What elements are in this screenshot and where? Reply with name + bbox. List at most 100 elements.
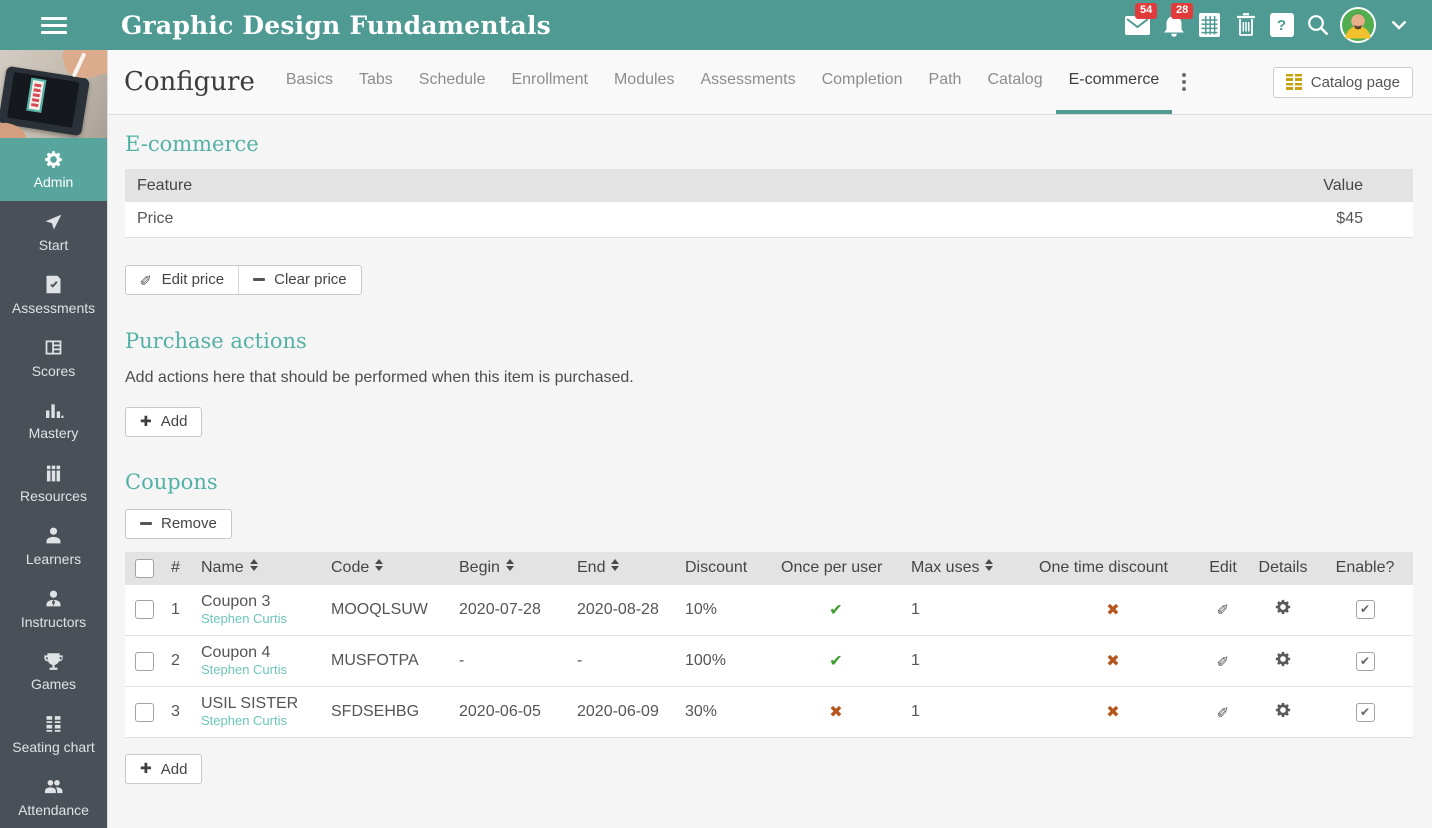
col-code[interactable]: Code <box>321 551 449 585</box>
tab-completion[interactable]: Completion <box>809 50 916 114</box>
sidebar-item-attendance[interactable]: Attendance <box>0 765 107 828</box>
send-icon <box>43 211 65 233</box>
tab-e-commerce[interactable]: E-commerce <box>1055 50 1173 114</box>
coupon-enable-checkbox[interactable] <box>1355 702 1375 722</box>
col-max-uses[interactable]: Max uses <box>901 551 1029 585</box>
details-gear-icon[interactable] <box>1274 701 1292 724</box>
coupon-one-time-discount: ✖ <box>1029 635 1197 687</box>
coupon-begin: 2020-06-05 <box>449 686 567 738</box>
cross-icon: ✖ <box>1106 599 1120 619</box>
search-icon[interactable] <box>1304 10 1331 40</box>
coupon-one-time-discount: ✖ <box>1029 686 1197 738</box>
coupon-owner-link[interactable]: Stephen Curtis <box>201 713 321 729</box>
coupon-owner-link[interactable]: Stephen Curtis <box>201 611 321 627</box>
sidebar-item-learners[interactable]: Learners <box>0 514 107 577</box>
course-cover-image[interactable] <box>0 50 107 138</box>
feature-row: Price $45 <box>125 202 1413 238</box>
coupon-number: 3 <box>161 686 191 738</box>
edit-pencil-icon[interactable]: ✎ <box>1214 654 1232 667</box>
sidebar-item-mastery[interactable]: Mastery <box>0 389 107 452</box>
coupon-enable-checkbox[interactable] <box>1355 600 1375 620</box>
coupon-enable-checkbox[interactable] <box>1355 651 1375 671</box>
catalog-page-button[interactable]: Catalog page <box>1272 66 1413 98</box>
sort-icon <box>611 559 620 571</box>
chevron-down-icon[interactable] <box>1385 10 1412 40</box>
add-coupon-button[interactable]: ✚ Add <box>125 754 203 784</box>
sidebar-item-instructors[interactable]: Instructors <box>0 577 107 640</box>
tab-catalog[interactable]: Catalog <box>974 50 1055 114</box>
avatar[interactable] <box>1340 7 1376 43</box>
course-title: Graphic Design Fundamentals <box>121 10 551 40</box>
sort-icon <box>505 559 514 571</box>
messages-icon[interactable]: 54 <box>1124 3 1158 40</box>
value-column-header: Value <box>637 169 1413 202</box>
sidebar-item-scores[interactable]: Scores <box>0 326 107 389</box>
feature-table: Feature Value Price $45 <box>125 169 1413 238</box>
tab-enrollment[interactable]: Enrollment <box>498 50 600 114</box>
sidebar-item-seating-chart[interactable]: Seating chart <box>0 703 107 766</box>
edit-pencil-icon[interactable]: ✎ <box>1214 603 1232 616</box>
topbar: Graphic Design Fundamentals 54 28 ? <box>0 0 1432 50</box>
pencil-icon: ✎ <box>137 273 156 286</box>
check-icon: ✔ <box>829 651 843 670</box>
row-select-checkbox[interactable] <box>135 651 154 671</box>
topbar-icons: 54 28 ? <box>1124 3 1432 43</box>
coupon-number: 2 <box>161 635 191 687</box>
tab-basics[interactable]: Basics <box>273 50 346 114</box>
row-select-checkbox[interactable] <box>135 600 154 620</box>
coupon-owner-link[interactable]: Stephen Curtis <box>201 662 321 678</box>
purchase-actions-heading: Purchase actions <box>125 328 307 353</box>
notifications-badge: 28 <box>1171 3 1194 19</box>
tab-schedule[interactable]: Schedule <box>406 50 499 114</box>
scores-table-icon <box>43 337 65 359</box>
clear-price-label: Clear price <box>274 271 347 288</box>
col-once-per-user: Once per user <box>771 551 901 585</box>
edit-price-button[interactable]: ✎ Edit price <box>126 266 238 294</box>
sidebar: Admin Start Assessments Scores Mastery Resour… <box>0 50 107 828</box>
notifications-icon[interactable]: 28 <box>1160 3 1194 40</box>
coupon-name: Coupon 3 <box>201 592 271 610</box>
coupon-name: USIL SISTER <box>201 695 299 712</box>
sidebar-item-assessments[interactable]: Assessments <box>0 263 107 326</box>
sort-icon <box>375 559 384 571</box>
cross-icon: ✖ <box>829 702 843 721</box>
tab-modules[interactable]: Modules <box>601 50 687 114</box>
col-begin[interactable]: Begin <box>449 551 567 585</box>
more-tabs-kebab-icon[interactable] <box>1172 50 1196 114</box>
details-gear-icon[interactable] <box>1274 650 1292 673</box>
coupon-code: MOOQLSUW <box>321 584 449 636</box>
sidebar-nav: Admin Start Assessments Scores Mastery Resour… <box>0 138 107 828</box>
sidebar-item-games[interactable]: Games <box>0 640 107 703</box>
add-purchase-action-button[interactable]: ✚ Add <box>125 406 203 437</box>
gradebook-grid-icon[interactable] <box>1196 10 1223 40</box>
sort-icon <box>985 559 994 571</box>
coupon-number: 1 <box>161 584 191 636</box>
sidebar-item-admin[interactable]: Admin <box>0 138 107 201</box>
trash-icon[interactable] <box>1232 10 1259 40</box>
sidebar-item-label: Instructors <box>20 613 87 630</box>
clear-price-button[interactable]: Clear price <box>238 265 361 294</box>
coupon-discount: 10% <box>675 584 771 636</box>
sidebar-item-start[interactable]: Start <box>0 201 107 264</box>
tab-tabs[interactable]: Tabs <box>346 50 406 114</box>
coupon-once-per-user: ✔ <box>771 635 901 687</box>
minus-icon <box>140 521 152 526</box>
content: E-commerce Feature Value Price $45 ✎ Edi… <box>108 132 1432 784</box>
select-all-checkbox[interactable] <box>135 558 154 578</box>
hamburger-menu-icon[interactable] <box>0 16 107 34</box>
coupons-heading: Coupons <box>125 469 218 494</box>
details-gear-icon[interactable] <box>1274 598 1292 621</box>
row-select-checkbox[interactable] <box>135 702 154 722</box>
help-icon[interactable]: ? <box>1268 10 1295 40</box>
tab-bar: Basics Tabs Schedule Enrollment Modules Asses… <box>273 50 1173 114</box>
sidebar-item-resources[interactable]: Resources <box>0 452 107 515</box>
col-name[interactable]: Name <box>191 551 321 585</box>
sidebar-item-label: Assessments <box>11 299 96 316</box>
remove-coupons-button[interactable]: Remove <box>125 508 232 539</box>
col-end[interactable]: End <box>567 551 675 585</box>
sidebar-item-label: Admin <box>33 174 74 191</box>
edit-pencil-icon[interactable]: ✎ <box>1214 705 1232 718</box>
ecommerce-heading: E-commerce <box>125 132 259 156</box>
tab-path[interactable]: Path <box>916 50 975 114</box>
tab-assessments[interactable]: Assessments <box>687 50 808 114</box>
